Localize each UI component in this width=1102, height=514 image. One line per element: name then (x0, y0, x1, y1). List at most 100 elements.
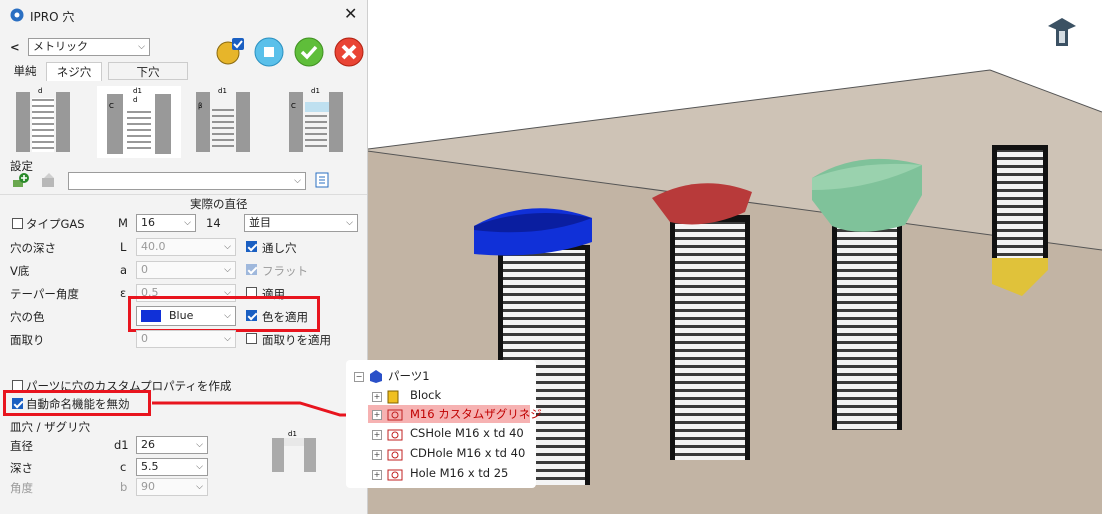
chevron-down-icon: ⌵ (346, 218, 353, 228)
cancel-button[interactable] (333, 36, 365, 68)
chamfer-input[interactable]: 0 ⌵ (136, 330, 236, 348)
settings-select[interactable]: ⌵ (68, 172, 306, 190)
chevron-down-icon: ⌵ (138, 42, 145, 52)
hole-type-counterbore[interactable]: d1 d C (97, 86, 181, 158)
highlight-naming-row (3, 390, 151, 416)
hole-feature-icon (387, 449, 403, 461)
vbottom-input[interactable]: 0 ⌵ (136, 261, 236, 279)
expand-icon[interactable]: + (372, 392, 382, 402)
back-chevron-icon[interactable]: < (10, 40, 20, 54)
chevron-down-icon: ⌵ (196, 482, 203, 492)
chevron-down-icon: ⌵ (224, 242, 231, 252)
vbottom-label: V底 (10, 264, 30, 278)
angle-label: 角度 (10, 481, 33, 495)
cdepth-value: 5.5 (141, 460, 159, 473)
color-label: 穴の色 (10, 310, 45, 324)
type-gas-label: タイプGAS (26, 217, 85, 231)
expand-icon[interactable]: + (372, 450, 382, 460)
actual-diameter-value: 14 (206, 216, 221, 230)
diam-value: 26 (141, 438, 155, 451)
pitch-value: 並目 (249, 216, 271, 229)
angle-var: b (120, 480, 128, 494)
part-icon (370, 370, 382, 383)
svg-text:d1: d1 (288, 430, 297, 438)
svg-text:β: β (198, 102, 202, 110)
preview-options-icon[interactable] (214, 36, 246, 68)
standard-value: メトリック (33, 40, 88, 53)
tab-threaded[interactable]: ネジ穴 (46, 62, 102, 81)
chevron-down-icon: ⌵ (184, 218, 191, 228)
feature-tree: − パーツ1 + Block + M16 カスタムザグリネジ + CSHole … (346, 360, 542, 488)
block-icon (387, 390, 399, 404)
depth-var: L (120, 240, 127, 254)
svg-text:d1: d1 (218, 87, 227, 95)
settings-list-icon[interactable] (314, 172, 330, 188)
diam-var: d1 (114, 438, 129, 452)
tree-root-label[interactable]: パーツ1 (388, 368, 430, 384)
cdepth-var: c (120, 460, 127, 474)
hole-feature-icon (387, 469, 403, 481)
tree-item-hole[interactable]: Hole M16 x td 25 (410, 466, 508, 480)
vbottom-var: a (120, 263, 128, 277)
tab-pilot-hole[interactable]: 下穴 (108, 62, 188, 80)
hole-feature-icon (387, 429, 403, 441)
save-setting-icon[interactable] (40, 172, 58, 188)
callout-arrow (152, 401, 366, 421)
close-icon[interactable]: ✕ (344, 4, 357, 23)
apply-chamfer-label: 面取りを適用 (262, 333, 331, 347)
hole-type-simple[interactable]: d (12, 86, 74, 156)
type-gas-checkbox[interactable] (12, 218, 23, 229)
taper-label: テーパー角度 (10, 287, 79, 301)
size-select[interactable]: 16 ⌵ (136, 214, 196, 232)
expand-icon[interactable]: + (372, 410, 382, 420)
flat-checkbox[interactable] (246, 264, 257, 275)
size-value: 16 (141, 216, 155, 229)
tab-simple[interactable]: 単純 (10, 62, 40, 80)
chevron-down-icon: ⌵ (224, 265, 231, 275)
stop-button[interactable] (253, 36, 285, 68)
diam-label: 直径 (10, 439, 33, 453)
hole-type-counterdrill[interactable]: d1 C (285, 86, 347, 156)
hole-type-countersink[interactable]: d1 β (192, 86, 254, 156)
svg-text:d: d (38, 87, 42, 95)
tree-item-block[interactable]: Block (410, 388, 441, 402)
counterbore-diagram-icon: d1 (272, 430, 316, 472)
expand-icon[interactable]: − (354, 372, 364, 382)
pitch-select[interactable]: 並目 ⌵ (244, 214, 358, 232)
cdepth-input[interactable]: 5.5 ⌵ (136, 458, 208, 476)
chevron-down-icon: ⌵ (294, 176, 301, 186)
diam-input[interactable]: 26 ⌵ (136, 436, 208, 454)
tree-item-cshole[interactable]: CSHole M16 x td 40 (410, 426, 524, 440)
depth-value: 40.0 (141, 240, 166, 253)
taper-var: ε (120, 286, 127, 300)
cdepth-label: 深さ (10, 461, 33, 475)
through-hole-label: 通し穴 (262, 241, 297, 255)
depth-input[interactable]: 40.0 ⌵ (136, 238, 236, 256)
m-prefix: M (118, 216, 128, 230)
standard-select[interactable]: メトリック ⌵ (28, 38, 150, 56)
chamfer-value: 0 (141, 332, 148, 345)
tree-item-custom-counterbore[interactable]: M16 カスタムザグリネジ (410, 406, 542, 422)
title-bar: IPRO 穴 ✕ (0, 0, 367, 30)
through-hole-checkbox[interactable] (246, 241, 257, 252)
svg-text:C: C (109, 102, 114, 110)
vbottom-value: 0 (141, 263, 148, 276)
hole-yellow-blind[interactable] (992, 145, 1048, 296)
angle-input[interactable]: 90 ⌵ (136, 478, 208, 496)
tree-item-cdhole[interactable]: CDHole M16 x td 40 (410, 446, 525, 460)
chamfer-label: 面取り (10, 333, 45, 347)
svg-text:d: d (133, 96, 137, 104)
ok-button[interactable] (293, 36, 325, 68)
angle-value: 90 (141, 480, 155, 493)
svg-text:d1: d1 (133, 87, 142, 95)
dialog-title: IPRO 穴 (30, 10, 75, 24)
apply-chamfer-checkbox[interactable] (246, 333, 257, 344)
app-logo-icon (10, 8, 24, 22)
expand-icon[interactable]: + (372, 470, 382, 480)
add-setting-icon[interactable] (12, 172, 30, 188)
expand-icon[interactable]: + (372, 430, 382, 440)
svg-text:d1: d1 (311, 87, 320, 95)
chevron-down-icon: ⌵ (196, 462, 203, 472)
depth-label: 穴の深さ (10, 241, 56, 255)
view-cube-icon[interactable] (1048, 18, 1076, 46)
